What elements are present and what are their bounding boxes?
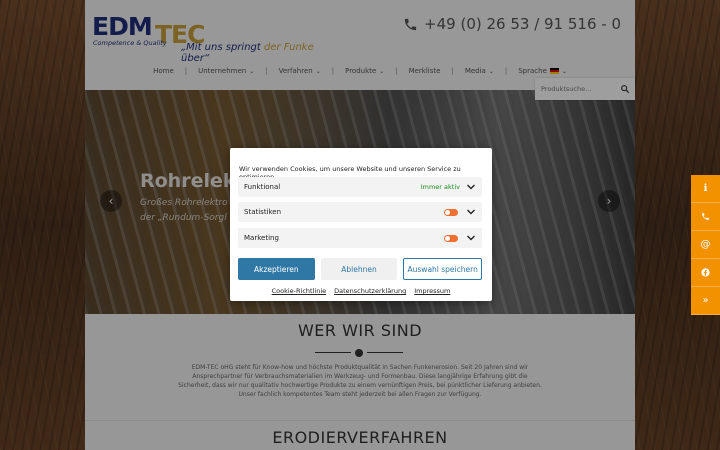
save-selection-button[interactable]: Auswahl speichern: [403, 258, 483, 280]
statistiken-toggle[interactable]: [444, 208, 458, 216]
cookie-category-funktional[interactable]: Funktional Immer aktiv: [238, 177, 482, 197]
cookie-links: Cookie-Richtlinie Datenschutzerklärung I…: [230, 287, 492, 295]
privacy-link[interactable]: Datenschutzerklärung: [334, 287, 406, 295]
chevron-down-icon[interactable]: [466, 207, 476, 217]
category-label: Funktional: [244, 183, 281, 191]
imprint-link[interactable]: Impressum: [414, 287, 450, 295]
cookie-policy-link[interactable]: Cookie-Richtlinie: [272, 287, 327, 295]
category-label: Statistiken: [244, 208, 282, 216]
at-icon[interactable]: @: [691, 231, 720, 259]
phone-icon[interactable]: [691, 203, 720, 231]
deny-button[interactable]: Ablehnen: [320, 258, 398, 280]
category-label: Marketing: [244, 234, 279, 242]
info-icon[interactable]: ℹ: [691, 175, 720, 203]
accept-button[interactable]: Akzeptieren: [238, 258, 315, 280]
scroll-top-icon[interactable]: »: [691, 287, 720, 315]
chevron-down-icon[interactable]: [466, 182, 476, 192]
always-active-label: Immer aktiv: [420, 183, 460, 191]
chevron-down-icon[interactable]: [466, 233, 476, 243]
cookie-consent-dialog: Wir verwenden Cookies, um unsere Website…: [230, 148, 492, 301]
marketing-toggle[interactable]: [444, 234, 458, 242]
facebook-icon[interactable]: [691, 259, 720, 287]
side-toolbar: ℹ @ »: [691, 175, 720, 315]
cookie-category-marketing[interactable]: Marketing: [238, 228, 482, 248]
cookie-category-statistiken[interactable]: Statistiken: [238, 202, 482, 222]
cookie-buttons: Akzeptieren Ablehnen Auswahl speichern: [238, 258, 483, 280]
